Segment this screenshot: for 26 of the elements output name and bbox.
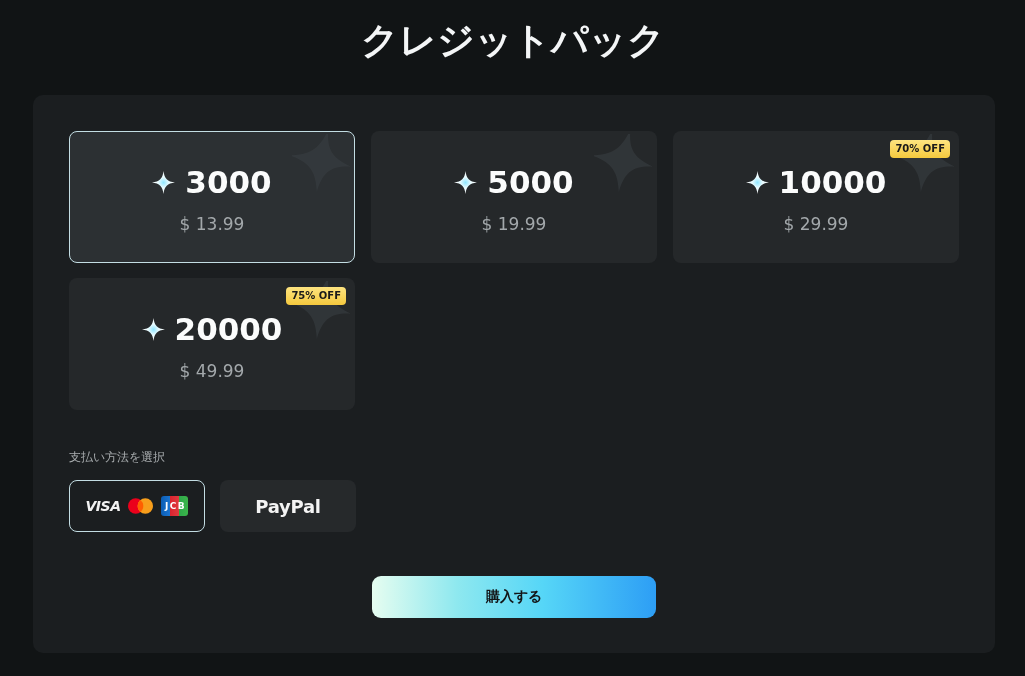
sparkle-icon [152, 170, 176, 194]
credit-amount: 20000 [174, 310, 283, 348]
credit-amount: 10000 [778, 163, 887, 201]
sparkle-icon [454, 170, 478, 194]
credit-pack-card[interactable]: 70% OFF 10000 $ 29.99 [673, 131, 959, 263]
page-title: クレジットパック [360, 18, 665, 64]
pack-price: $ 19.99 [481, 213, 547, 235]
pack-price: $ 29.99 [783, 213, 849, 235]
visa-logo: VISA [85, 498, 121, 514]
credit-pack-card[interactable]: 5000 $ 19.99 [371, 131, 657, 263]
paypal-option[interactable]: PayPal [220, 480, 356, 532]
credit-pack-card[interactable]: 3000 $ 13.99 [69, 131, 355, 263]
payment-method-label: 支払い方法を選択 [69, 449, 166, 465]
pack-price: $ 49.99 [179, 360, 245, 382]
credit-pack-card[interactable]: 75% OFF 20000 $ 49.99 [69, 278, 355, 410]
card-payment-option[interactable]: VISA JCB [69, 480, 205, 532]
credit-amount: 5000 [487, 163, 574, 201]
discount-badge: 75% OFF [286, 287, 346, 305]
jcb-logo: JCB [161, 496, 189, 516]
sparkle-icon [141, 317, 165, 341]
mastercard-logo-icon [128, 498, 154, 514]
credit-amount: 3000 [185, 163, 272, 201]
pack-price: $ 13.99 [179, 213, 245, 235]
discount-badge: 70% OFF [890, 140, 950, 158]
sparkle-icon [745, 170, 769, 194]
purchase-button[interactable]: 購入する [372, 576, 656, 618]
